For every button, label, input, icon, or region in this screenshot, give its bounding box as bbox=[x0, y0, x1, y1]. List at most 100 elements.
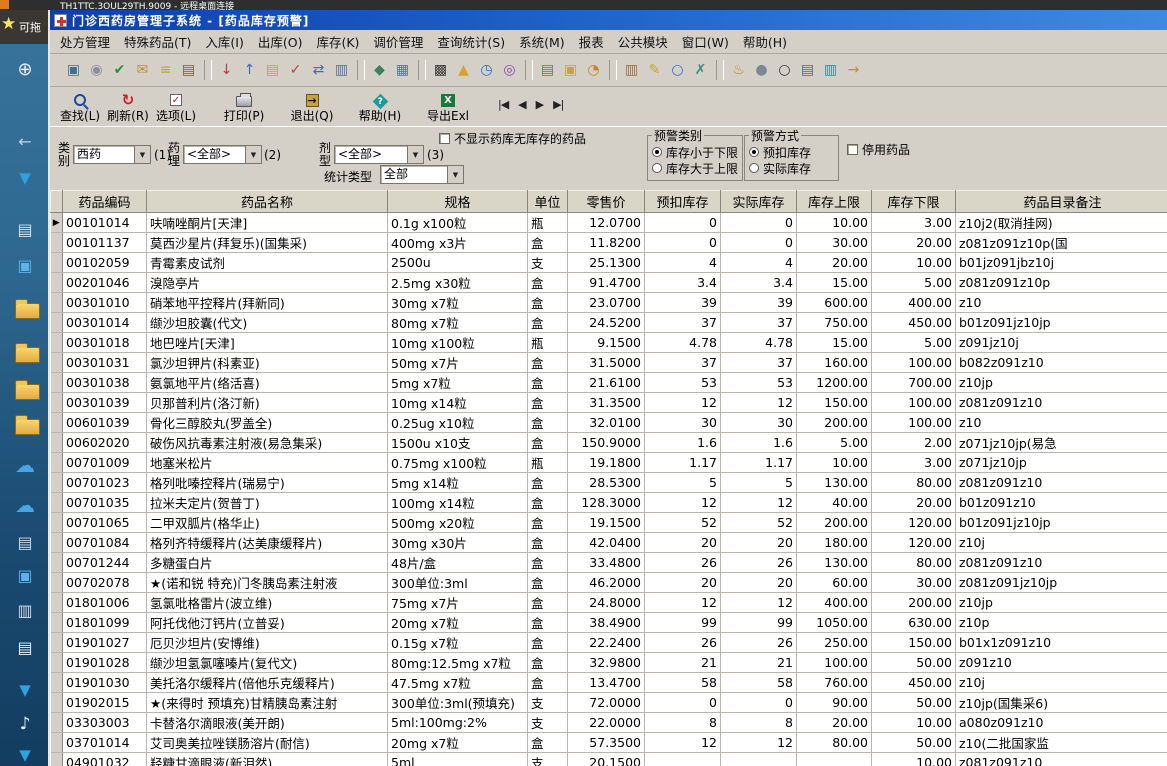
table-cell[interactable] bbox=[644, 752, 721, 766]
table-cell[interactable]: 2.00 bbox=[871, 432, 956, 453]
menu-item[interactable]: 查询统计(S) bbox=[437, 32, 505, 51]
row-selector[interactable] bbox=[50, 352, 63, 373]
table-cell[interactable]: 盒 bbox=[527, 672, 568, 693]
table-cell[interactable]: 52 bbox=[720, 512, 797, 533]
folder-pair-icon[interactable]: ▣ bbox=[559, 59, 582, 81]
table-cell[interactable]: 80.00 bbox=[871, 472, 956, 493]
options-button[interactable]: ✓ 选项(L) bbox=[154, 89, 198, 125]
table-cell[interactable]: 58 bbox=[720, 672, 797, 693]
table-cell[interactable]: 39 bbox=[720, 292, 797, 313]
table-cell[interactable]: 10.00 bbox=[796, 212, 872, 233]
table-cell[interactable]: 支 bbox=[527, 252, 568, 273]
table-cell[interactable]: 300单位:3ml(预填充) bbox=[387, 692, 528, 713]
invoice-icon[interactable]: ▤ bbox=[261, 59, 284, 81]
table-cell[interactable]: 瓶 bbox=[527, 332, 568, 353]
row-selector[interactable] bbox=[50, 592, 63, 613]
table-cell[interactable]: 1.17 bbox=[644, 452, 721, 473]
table-cell[interactable]: 500mg x20粒 bbox=[387, 512, 528, 533]
barcode-icon[interactable]: ▩ bbox=[429, 59, 452, 81]
menu-item[interactable]: 窗口(W) bbox=[682, 32, 729, 51]
table-cell[interactable]: 20.1500 bbox=[567, 752, 645, 766]
monitor-icon[interactable]: ▣ bbox=[8, 256, 42, 276]
radio-icon[interactable] bbox=[749, 147, 759, 157]
checkbox-icon[interactable] bbox=[847, 144, 858, 155]
table-cell[interactable]: 4.78 bbox=[720, 332, 797, 353]
table-cell[interactable]: 盒 bbox=[527, 492, 568, 513]
table-cell[interactable]: 0 bbox=[644, 692, 721, 713]
row-selector[interactable] bbox=[50, 292, 63, 313]
table-cell[interactable]: 0 bbox=[720, 692, 797, 713]
row-selector[interactable] bbox=[50, 392, 63, 413]
table-cell[interactable]: 120.00 bbox=[871, 512, 956, 533]
row-selector[interactable] bbox=[50, 732, 63, 753]
table-cell[interactable]: 20 bbox=[720, 532, 797, 553]
table-row[interactable]: ▶ 00101014 呋喃唑酮片[天津] 0.1g x100粒瓶 12.0700 0 0 10… bbox=[50, 212, 1167, 233]
checkbox-icon[interactable] bbox=[439, 133, 450, 144]
table-row[interactable]: 01901027 厄贝沙坦片(安博维) 0.15g x7粒盒 22.2400 26 26 2… bbox=[50, 632, 1167, 653]
table-cell[interactable]: z10p bbox=[955, 612, 1167, 633]
radio-icon[interactable] bbox=[652, 163, 662, 173]
table-cell[interactable]: z071jz10jp(易急 bbox=[955, 432, 1167, 453]
table-row[interactable]: 00702078 ★(诺和锐 特充)门冬胰岛素注射液 300单位:3ml 盒 46.20… bbox=[50, 572, 1167, 593]
folder-icon[interactable] bbox=[15, 299, 40, 319]
table-row[interactable]: 01801006 氢氯吡格雷片(波立维) 75mg x7片盒 24.8000 12 12 4… bbox=[50, 592, 1167, 613]
table-cell[interactable]: z091z10 bbox=[955, 652, 1167, 673]
column-header[interactable]: 零售价 bbox=[567, 190, 645, 213]
table-cell[interactable]: 多糖蛋白片 bbox=[146, 552, 388, 573]
table-cell[interactable]: 12 bbox=[644, 392, 721, 413]
cloud-icon[interactable]: ☁ bbox=[8, 495, 42, 515]
table-cell[interactable]: 21 bbox=[644, 652, 721, 673]
cloud-icon[interactable]: ☁ bbox=[8, 455, 42, 475]
row-selector[interactable] bbox=[50, 712, 63, 733]
table-cell[interactable]: 01801006 bbox=[62, 592, 147, 613]
table-cell[interactable]: 72.0000 bbox=[567, 692, 645, 713]
table-cell[interactable]: 90.00 bbox=[796, 692, 872, 713]
table-cell[interactable]: 盒 bbox=[527, 732, 568, 753]
table-row[interactable]: 00201046 溴隐亭片 2.5mg x30粒盒 91.4700 3.4 3.4 15.0… bbox=[50, 272, 1167, 293]
table-cell[interactable]: 200.00 bbox=[796, 412, 872, 433]
refresh-button[interactable]: ↻ 刷新(R) bbox=[106, 89, 150, 125]
table-cell[interactable]: z10 bbox=[955, 412, 1167, 433]
window-icon[interactable]: ▤ bbox=[8, 533, 42, 553]
table-row[interactable]: 00701065 二甲双胍片(格华止) 500mg x20粒盒 19.1500 52 52… bbox=[50, 512, 1167, 533]
table-cell[interactable]: 450.00 bbox=[871, 312, 956, 333]
radio-option[interactable]: 库存大于上限 bbox=[652, 160, 738, 176]
folder-icon[interactable] bbox=[15, 380, 40, 400]
menu-item[interactable]: 帮助(H) bbox=[743, 32, 787, 51]
stock-in-icon[interactable]: ↓ bbox=[215, 59, 238, 81]
table-cell[interactable]: b01z091z10 bbox=[955, 492, 1167, 513]
radio-icon[interactable] bbox=[652, 147, 662, 157]
table-cell[interactable]: 盒 bbox=[527, 512, 568, 533]
menu-item[interactable]: 调价管理 bbox=[373, 32, 423, 51]
table-cell[interactable]: 00701084 bbox=[62, 532, 147, 553]
table-row[interactable]: 00101137 莫西沙星片(拜复乐)(国集采) 400mg x3片盒 11.8200… bbox=[50, 232, 1167, 253]
title-bar[interactable]: 门诊西药房管理子系统 - [药品库存预警] bbox=[50, 10, 1167, 30]
table-cell[interactable]: 12 bbox=[644, 592, 721, 613]
search-icon[interactable]: ○ bbox=[666, 59, 689, 81]
table-cell[interactable]: 1.6 bbox=[644, 432, 721, 453]
table-cell[interactable]: 5.00 bbox=[796, 432, 872, 453]
table-cell[interactable]: 骨化三醇胶丸(罗盖全) bbox=[146, 412, 388, 433]
table-cell[interactable]: 20.00 bbox=[796, 712, 872, 733]
table-cell[interactable]: z10jp bbox=[955, 372, 1167, 393]
table-cell[interactable]: 80mg x7粒 bbox=[387, 312, 528, 333]
table-cell[interactable]: b01x1z091z10 bbox=[955, 632, 1167, 653]
table-cell[interactable]: 盒 bbox=[527, 372, 568, 393]
table-cell[interactable]: 100mg x14粒 bbox=[387, 492, 528, 513]
cards-icon[interactable]: ▥ bbox=[620, 59, 643, 81]
table-cell[interactable]: z081z091z10 bbox=[955, 552, 1167, 573]
table-cell[interactable]: 0.15g x7粒 bbox=[387, 632, 528, 653]
table-cell[interactable]: z081z091z10 bbox=[955, 752, 1167, 766]
export-button[interactable]: X 导出Exl bbox=[426, 89, 470, 125]
zoom-icon[interactable]: ○ bbox=[773, 59, 796, 81]
table-cell[interactable]: 150.9000 bbox=[567, 432, 645, 453]
clock-icon[interactable]: ◷ bbox=[475, 59, 498, 81]
row-selector[interactable] bbox=[50, 752, 63, 766]
row-selector[interactable] bbox=[50, 512, 63, 533]
table-cell[interactable]: 00701035 bbox=[62, 492, 147, 513]
chevron-down-icon[interactable]: ▼ bbox=[245, 146, 261, 163]
table-cell[interactable]: 38.4900 bbox=[567, 612, 645, 633]
table-cell[interactable]: 20 bbox=[720, 572, 797, 593]
table-cell[interactable]: 2.5mg x30粒 bbox=[387, 272, 528, 293]
nav-prev-button[interactable]: ◀ bbox=[518, 98, 527, 111]
